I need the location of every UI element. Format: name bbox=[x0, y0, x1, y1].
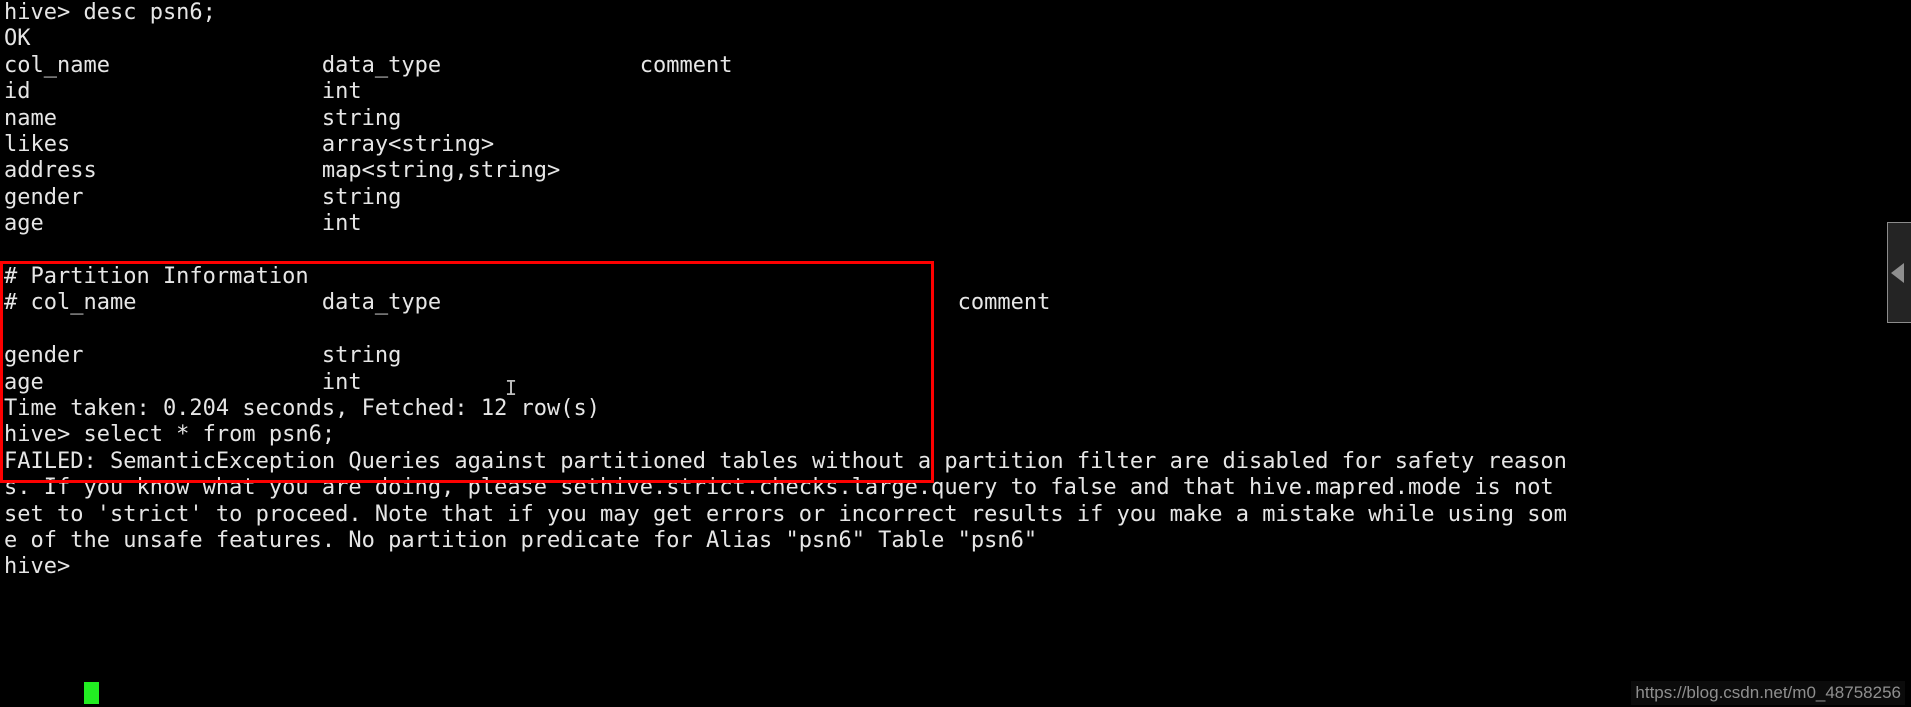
console-line-error-line-4: e of the unsafe features. No partition p… bbox=[4, 528, 1038, 553]
terminal-screen[interactable]: hive> desc psn6; OK col_name data_type com… bbox=[0, 0, 1911, 707]
console-line-error-line-2: s. If you know what you are doing, pleas… bbox=[4, 475, 1554, 501]
console-line-schema-header: col_name data_type comment bbox=[4, 52, 733, 78]
console-line-error-line-1: FAILED: SemanticException Queries agains… bbox=[4, 448, 1567, 474]
terminal-block-cursor bbox=[84, 682, 99, 704]
right-edge-slideout-panel[interactable] bbox=[1887, 222, 1911, 323]
mouse-ibeam-cursor: I bbox=[505, 376, 518, 400]
console-line-schema-row-likes: likes array<string> bbox=[4, 132, 495, 157]
console-line-schema-row-address: address map<string,string> bbox=[4, 158, 561, 184]
console-line-prompt-final: hive> bbox=[4, 554, 71, 580]
console-line-error-line-3: set to 'strict' to proceed. Note that if… bbox=[4, 501, 1567, 527]
console-line-partition-title: # Partition Information bbox=[4, 264, 309, 289]
console-line-partition-gender: gender string bbox=[4, 343, 402, 369]
console-line-schema-row-name: name string bbox=[4, 105, 402, 131]
console-line-schema-row-gender: gender string bbox=[4, 184, 402, 210]
console-line-partition-header: # col_name data_type comment bbox=[4, 290, 1051, 316]
triangle-left-icon[interactable] bbox=[1891, 263, 1904, 283]
console-line-cmd-desc: hive> desc psn6; bbox=[4, 0, 216, 25]
console-line-partition-age: age int bbox=[4, 369, 362, 395]
console-line-cmd-select: hive> select * from psn6; bbox=[4, 422, 336, 448]
console-line-schema-row-id: id int bbox=[4, 79, 362, 105]
watermark: https://blog.csdn.net/m0_48758256 bbox=[1631, 681, 1905, 705]
console-line-status-ok: OK bbox=[4, 26, 31, 52]
console-line-schema-row-age: age int bbox=[4, 211, 362, 237]
